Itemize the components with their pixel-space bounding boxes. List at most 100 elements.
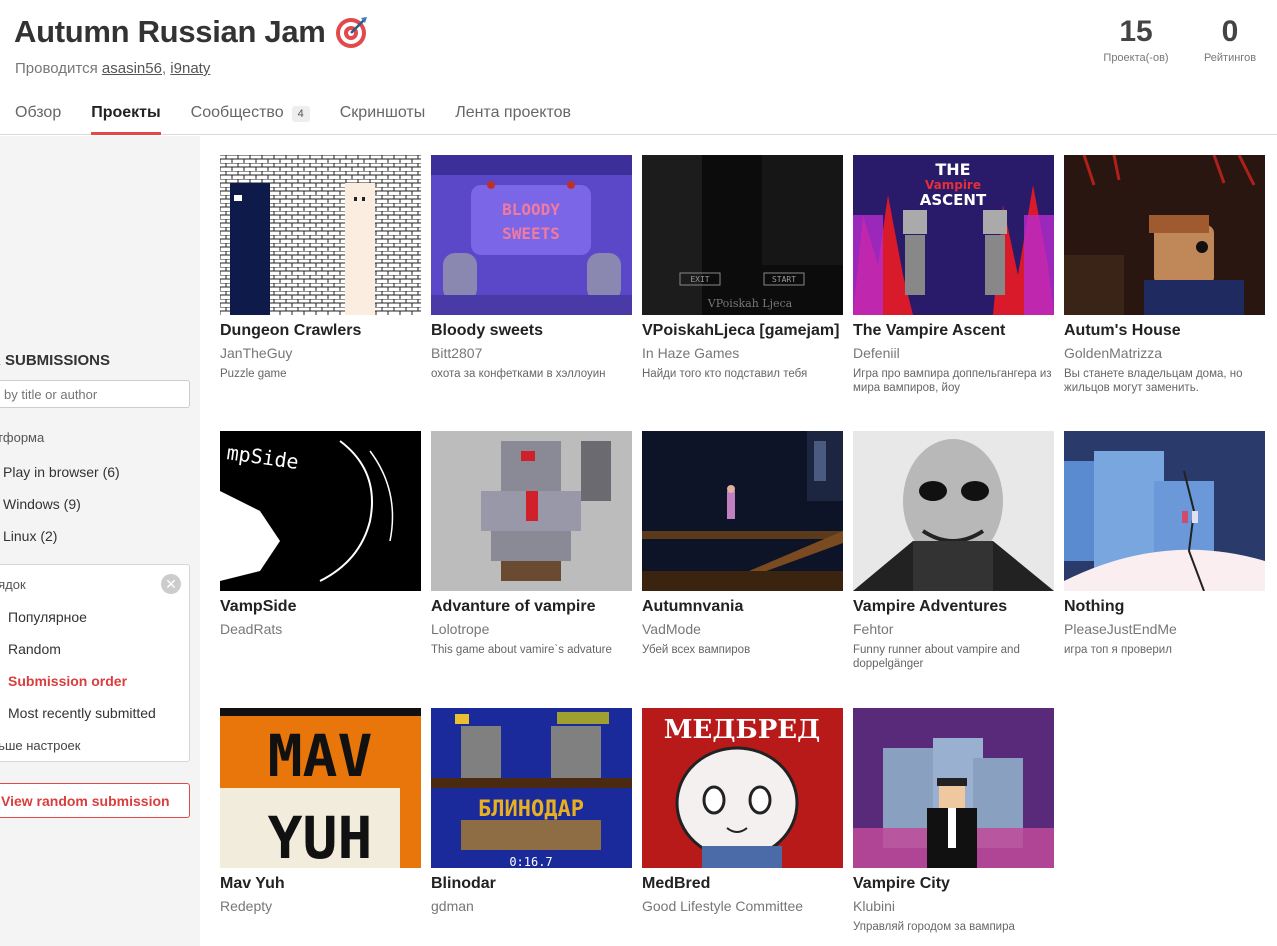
jam-title: Autumn Russian Jam — [14, 14, 368, 50]
thumbnail-image[interactable] — [220, 155, 421, 315]
tab-overview[interactable]: Обзор — [15, 104, 61, 135]
thumbnail-image[interactable]: THE Vampire ASCENT — [853, 155, 1054, 315]
stat-value: 15 — [1119, 15, 1153, 48]
submission-author[interactable]: Fehtor — [853, 621, 1054, 637]
submission-title[interactable]: VampSide — [220, 598, 421, 616]
sort-option-recent[interactable]: Most recently submitted — [8, 705, 156, 721]
tab-label: Скриншоты — [339, 104, 426, 121]
submission-title[interactable]: Nothing — [1064, 598, 1265, 616]
thumbnail-image[interactable]: BLOODY SWEETS — [431, 155, 632, 315]
thumbnail-image[interactable] — [853, 431, 1054, 591]
hosted-by: Проводится asasin56, i9naty — [15, 60, 211, 77]
submission-author[interactable]: JanTheGuy — [220, 345, 421, 361]
submission-card: Advanture of vampire Lolotrope This game… — [431, 431, 632, 657]
submission-card: Dungeon Crawlers JanTheGuy Puzzle game — [220, 155, 421, 381]
submission-title[interactable]: MedBred — [642, 875, 843, 893]
submission-description: Игра про вампира доппельгангера из мира … — [853, 368, 1052, 394]
close-icon[interactable]: ✕ — [161, 574, 181, 594]
submission-author[interactable]: Defeniil — [853, 345, 1054, 361]
submission-description: Убей всех вампиров — [642, 644, 751, 656]
thumbnail-image[interactable] — [1064, 431, 1265, 591]
submission-author[interactable]: Lolotrope — [431, 621, 632, 637]
svg-text:THE: THE — [935, 160, 970, 179]
filter-sidebar: R SUBMISSIONS атформа Play in browser (6… — [0, 136, 200, 946]
tab-community[interactable]: Сообщество 4 — [191, 104, 310, 135]
submission-title[interactable]: Bloody sweets — [431, 322, 632, 340]
sort-title: рядок — [0, 577, 26, 592]
svg-text:0:16.7: 0:16.7 — [509, 855, 552, 868]
svg-text:YUH: YUH — [268, 804, 373, 868]
svg-text:БЛИНОДАР: БЛИНОДАР — [478, 797, 584, 822]
fewer-settings-link[interactable]: ньше настроек — [0, 738, 80, 753]
platform-filter-linux[interactable]: Linux (2) — [3, 528, 57, 544]
stat-projects[interactable]: 15 Проекта(-ов) — [1089, 14, 1183, 64]
submission-author[interactable]: Good Lifestyle Committee — [642, 898, 843, 914]
host-link[interactable]: asasin56 — [102, 60, 162, 77]
submission-title[interactable]: Mav Yuh — [220, 875, 421, 893]
submission-description: Funny runner about vampire and doppelgän… — [853, 644, 1020, 670]
tab-feed[interactable]: Лента проектов — [455, 104, 571, 135]
submission-author[interactable]: PleaseJustEndMe — [1064, 621, 1265, 637]
submission-author[interactable]: gdman — [431, 898, 632, 914]
submission-description: игра топ я проверил — [1064, 644, 1172, 656]
submission-title[interactable]: The Vampire Ascent — [853, 322, 1054, 340]
svg-text:ASCENT: ASCENT — [920, 191, 987, 209]
submission-title[interactable]: Vampire Adventures — [853, 598, 1054, 616]
sort-option-submission-order[interactable]: Submission order — [8, 673, 127, 689]
thumbnail-image[interactable] — [642, 431, 843, 591]
svg-text:Vampire: Vampire — [925, 178, 981, 192]
submission-card: MAV YUH Mav Yuh Redepty — [220, 708, 421, 914]
submission-title[interactable]: Blinodar — [431, 875, 632, 893]
sort-option-random[interactable]: Random — [8, 641, 61, 657]
thumbnail-image[interactable] — [853, 708, 1054, 868]
jam-header: Autumn Russian Jam Проводится asasin56, … — [0, 0, 1277, 135]
host-link[interactable]: i9naty — [170, 60, 210, 77]
tab-label: Проекты — [91, 104, 161, 121]
svg-text:МЕДБРЕД: МЕДБРЕД — [664, 715, 820, 745]
submission-description: Найди того кто подставил тебя — [642, 368, 808, 380]
svg-text:START: START — [772, 275, 796, 284]
stat-ratings[interactable]: 0 Рейтингов — [1183, 14, 1277, 64]
thumbnail-logo-text: SWEETS — [502, 224, 560, 243]
submission-title[interactable]: Autumnvania — [642, 598, 843, 616]
thumbnail-image[interactable] — [1064, 155, 1265, 315]
platform-filter-windows[interactable]: Windows (9) — [3, 496, 81, 512]
tab-projects[interactable]: Проекты — [91, 104, 162, 135]
submission-title[interactable]: Dungeon Crawlers — [220, 322, 421, 340]
sort-panel: рядок ✕ Популярное Random Submission ord… — [0, 564, 190, 762]
thumbnail-image[interactable]: EXIT START VPoiskah Ljeca — [642, 155, 843, 315]
submission-author[interactable]: GoldenMatrizza — [1064, 345, 1265, 361]
submission-author[interactable]: Bitt2807 — [431, 345, 632, 361]
submission-title[interactable]: Autum's House — [1064, 322, 1265, 340]
submission-title[interactable]: Vampire City — [853, 875, 1054, 893]
jam-tabs: Обзор Проекты Сообщество 4 Скриншоты Лент… — [15, 104, 601, 135]
thumbnail-image[interactable]: mpSide — [220, 431, 421, 591]
thumbnail-image[interactable] — [431, 431, 632, 591]
view-random-button[interactable]: View random submission — [0, 783, 190, 818]
submission-author[interactable]: Redepty — [220, 898, 421, 914]
submission-author[interactable]: Klubini — [853, 898, 1054, 914]
thumbnail-image[interactable]: MAV YUH — [220, 708, 421, 868]
submission-card: THE Vampire ASCENT The Vampire Ascent De… — [853, 155, 1054, 395]
submission-author[interactable]: VadMode — [642, 621, 843, 637]
submission-card: Autumnvania VadMode Убей всех вампиров — [642, 431, 843, 657]
submission-description: Puzzle game — [220, 368, 287, 380]
submission-title[interactable]: VPoiskahLjeca [gamejam] — [642, 322, 843, 340]
tab-label: Лента проектов — [455, 104, 571, 121]
sort-option-popular[interactable]: Популярное — [8, 609, 87, 625]
submission-author[interactable]: In Haze Games — [642, 345, 843, 361]
thumbnail-image[interactable]: БЛИНОДАР 0:16.7 — [431, 708, 632, 868]
platform-filter-browser[interactable]: Play in browser (6) — [3, 464, 120, 480]
submission-card: EXIT START VPoiskah Ljeca VPoiskahLjeca … — [642, 155, 843, 381]
submission-card: BLOODY SWEETS Bloody sweets Bitt2807 охо… — [431, 155, 632, 381]
submission-title[interactable]: Advanture of vampire — [431, 598, 632, 616]
submission-card: Nothing PleaseJustEndMe игра топ я прове… — [1064, 431, 1265, 657]
submission-card: Autum's House GoldenMatrizza Вы станете … — [1064, 155, 1265, 395]
search-input[interactable] — [0, 380, 190, 408]
tab-label: Сообщество — [190, 104, 284, 121]
platform-filter-title: атформа — [0, 430, 45, 445]
tab-screenshots[interactable]: Скриншоты — [340, 104, 425, 135]
submission-card: БЛИНОДАР 0:16.7 Blinodar gdman — [431, 708, 632, 914]
thumbnail-image[interactable]: МЕДБРЕД — [642, 708, 843, 868]
submission-author[interactable]: DeadRats — [220, 621, 421, 637]
